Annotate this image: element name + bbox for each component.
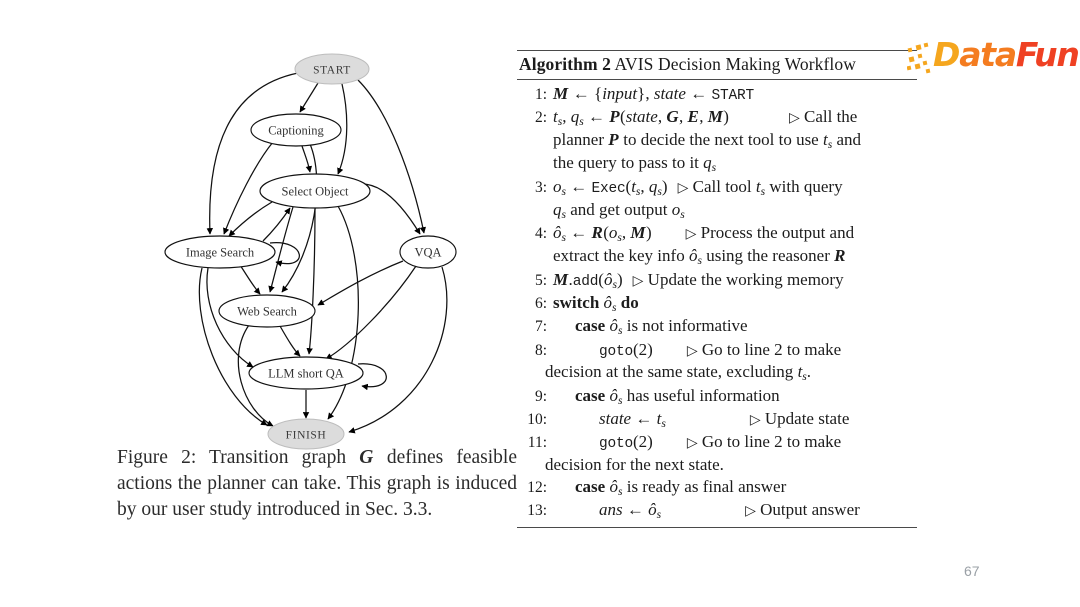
algorithm-line-code: ans ← ôs ▷ Output answer [599, 500, 860, 522]
graph-node-label: LLM short QA [268, 367, 344, 381]
datafun-logo[interactable]: DataFun. [906, 38, 1080, 82]
graph-node-label: START [313, 65, 351, 77]
graph-node-label: FINISH [286, 430, 327, 442]
algorithm-line-code: M.add(ôs) ▷ Update the working memory [553, 269, 844, 291]
algorithm-line-3-cont-1: qs and get output os [553, 199, 685, 222]
graph-nodes: START Captioning Select Object Image Sea… [164, 53, 457, 450]
algorithm-line-number: 3: [534, 178, 547, 196]
graph-node-label: Web Search [237, 305, 297, 319]
algorithm-line-code: os ← Exec(ts, qs) ▷ Call tool ts with que… [553, 176, 843, 198]
algorithm-line-number: 1: [534, 86, 547, 103]
algorithm-line-number: 4: [534, 225, 547, 243]
page-number: 67 [964, 563, 980, 579]
graph-node-label: VQA [414, 246, 441, 260]
graph-node-label: Select Object [282, 185, 350, 199]
figure-panel: START Captioning Select Object Image Sea… [110, 40, 520, 530]
slide-page: START Captioning Select Object Image Sea… [0, 0, 1080, 607]
datafun-logo-part2: ata [959, 35, 1017, 74]
algorithm-line-10: 10: state ← ts ▷ Update state [517, 408, 917, 431]
graph-node-llm-short-qa[interactable]: LLM short QA [248, 356, 364, 390]
figure-caption: Figure 2: Transition graph G defines fea… [117, 445, 517, 523]
graph-node-image-search[interactable]: Image Search [164, 235, 276, 269]
graph-node-vqa[interactable]: VQA [399, 235, 457, 269]
graph-node-start[interactable]: START [294, 53, 370, 85]
algorithm-line-number: 13: [527, 502, 547, 520]
algorithm-line-number: 6: [534, 294, 547, 312]
algorithm-line-code: M ← {input}, state ← START [553, 84, 754, 104]
algorithm-line-number: 10: [527, 410, 547, 428]
algorithm-line-code: case ôs is ready as final answer [575, 477, 787, 499]
algorithm-line-11-cont-1: decision for the next state. [545, 454, 724, 474]
algorithm-line-number: 7: [534, 318, 547, 336]
algorithm-line-number: 9: [534, 387, 547, 405]
algorithm-line-6: 6: switch ôs do [517, 292, 917, 315]
algorithm-line-4-cont-1: extract the key info ôs using the reason… [553, 246, 846, 268]
algorithm-line-3: 3: os ← Exec(ts, qs) ▷ Call tool ts with … [517, 176, 917, 199]
algorithm-line-number: 8: [534, 341, 547, 359]
algorithm-line-8-cont-1: decision at the same state, excluding ts… [545, 362, 812, 384]
algorithm-line-12: 12: case ôs is ready as final answer [517, 476, 917, 499]
algorithm-line-2-cont-2: the query to pass to it qs [553, 153, 717, 175]
algorithm-title-rest: AVIS Decision Making Workflow [611, 54, 856, 74]
figure-caption-prefix: Figure 2: [117, 447, 197, 468]
algorithm-line-number: 12: [527, 479, 547, 497]
algorithm-line-code: goto(2) ▷ Go to line 2 to make [599, 339, 842, 360]
algorithm-line-9: 9: case ôs has useful information [517, 385, 917, 408]
algorithm-line-number: 11: [527, 434, 547, 452]
algorithm-line-7: 7: case ôs is not informative [517, 315, 917, 338]
datafun-logo-text: DataFun. [933, 38, 1080, 71]
algorithm-line-code: ts, qs ← P(state, G, E, M) ▷ Call the [553, 106, 858, 129]
graph-node-label: Image Search [186, 246, 255, 260]
algorithm-title-keyword: Algorithm 2 [519, 54, 611, 74]
algorithm-line-2-cont-1: planner P to decide the next tool to use… [553, 130, 862, 152]
transition-graph: START Captioning Select Object Image Sea… [164, 53, 457, 450]
graph-node-captioning[interactable]: Captioning [250, 113, 342, 147]
algorithm-line-number: 5: [534, 271, 547, 289]
algorithm-line-code: ôs ← R(os, M) ▷ Process the output and [553, 223, 855, 245]
algorithm-line-code: case ôs has useful information [575, 385, 780, 407]
algorithm-line-11: 11: goto(2) ▷ Go to line 2 to make [517, 431, 917, 454]
algorithm-line-code: switch ôs do [553, 292, 639, 315]
algorithm-line-4: 4: ôs ← R(os, M) ▷ Process the output and [517, 222, 917, 245]
algorithm-line-code: case ôs is not informative [575, 316, 748, 338]
graph-node-label: Captioning [268, 124, 324, 138]
algorithm-line-5: 5: M.add(ôs) ▷ Update the working memory [517, 269, 917, 292]
algorithm-line-2: 2: ts, qs ← P(state, G, E, M) ▷ Call the [517, 106, 917, 129]
datafun-logo-part1: D [933, 35, 960, 74]
algorithm-bottom-rule [517, 526, 917, 528]
graph-node-select-object[interactable]: Select Object [259, 173, 371, 209]
algorithm-body: 1: M ← {input}, state ← START 2: ts, qs … [517, 80, 917, 527]
algorithm-line-code: state ← ts ▷ Update state [599, 408, 850, 431]
algorithm-block: Algorithm 2 AVIS Decision Making Workflo… [517, 50, 917, 528]
algorithm-line-number: 2: [534, 108, 547, 126]
figure-caption-text-1: Transition graph [196, 447, 360, 468]
algorithm-line-13: 13: ans ← ôs ▷ Output answer [517, 499, 917, 522]
algorithm-line-code: goto(2) ▷ Go to line 2 to make [599, 432, 842, 453]
algorithm-title: Algorithm 2 AVIS Decision Making Workflo… [517, 51, 917, 79]
algorithm-line-1: 1: M ← {input}, state ← START [517, 83, 917, 106]
datafun-logo-part3: Fun. [1015, 35, 1080, 74]
graph-node-web-search[interactable]: Web Search [218, 294, 316, 328]
algorithm-line-8: 8: goto(2) ▷ Go to line 2 to make [517, 339, 917, 362]
figure-caption-math: G [359, 447, 374, 468]
